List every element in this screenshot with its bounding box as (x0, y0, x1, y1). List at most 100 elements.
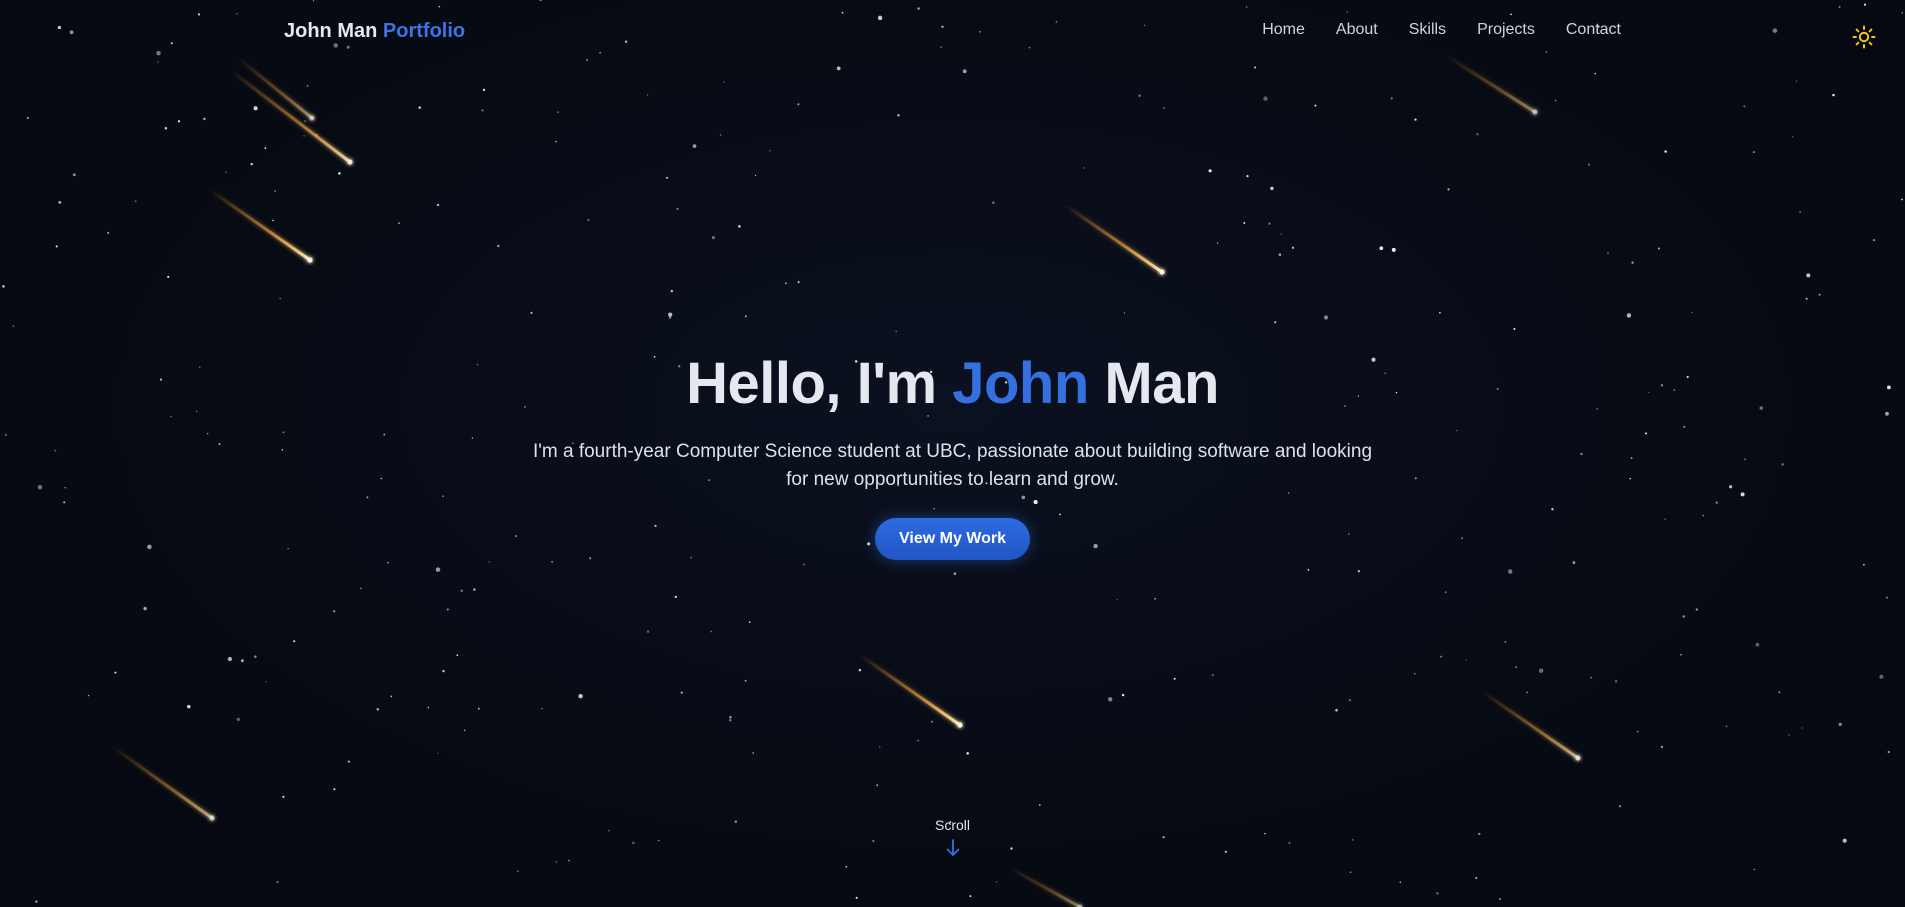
star (1590, 676, 1593, 679)
star (1879, 674, 1884, 679)
star (253, 106, 258, 111)
star (1335, 708, 1338, 712)
star (1695, 608, 1698, 611)
star (1391, 247, 1396, 252)
star (692, 144, 697, 148)
star (1788, 734, 1790, 736)
nav-about[interactable]: About (1336, 21, 1378, 39)
star (1246, 175, 1249, 178)
brand-logo[interactable]: John Man Portfolio (284, 20, 465, 43)
view-my-work-button[interactable]: View My Work (875, 518, 1030, 560)
star (1348, 699, 1351, 702)
star (803, 563, 806, 566)
star (1440, 655, 1443, 658)
star (1154, 597, 1156, 600)
star (953, 572, 957, 576)
star (1270, 186, 1274, 191)
star (26, 116, 29, 119)
star (845, 865, 848, 868)
star (250, 162, 253, 166)
star (376, 708, 380, 711)
star (1872, 238, 1876, 242)
star (1607, 252, 1609, 255)
star (1499, 898, 1501, 901)
star (1476, 133, 1479, 136)
star (1349, 871, 1352, 874)
star (666, 176, 669, 179)
nav-skills[interactable]: Skills (1409, 21, 1446, 39)
star (435, 567, 441, 572)
star (1116, 598, 1118, 601)
star (668, 312, 673, 317)
star (1280, 233, 1283, 235)
theme-toggle-button[interactable] (1852, 25, 1876, 49)
meteor (1478, 688, 1580, 760)
star (456, 654, 459, 657)
star (1291, 246, 1295, 249)
star (276, 880, 279, 884)
star (752, 752, 755, 754)
star (1743, 105, 1746, 108)
star (797, 281, 800, 284)
star (1587, 163, 1591, 166)
star (517, 870, 519, 872)
star (1538, 668, 1544, 673)
star (1357, 569, 1360, 573)
star (143, 606, 147, 611)
star (1444, 591, 1447, 593)
star (1657, 247, 1660, 250)
star (1631, 261, 1634, 264)
arrow-down-icon (946, 839, 959, 856)
star (1038, 804, 1041, 806)
star (1173, 677, 1176, 680)
star (387, 561, 389, 564)
star (1390, 97, 1393, 100)
star (719, 134, 722, 136)
star (1799, 211, 1801, 213)
star (303, 135, 305, 137)
star (304, 120, 307, 123)
star (723, 81, 725, 83)
star (1211, 674, 1214, 677)
nav-home[interactable]: Home (1262, 21, 1305, 39)
star (578, 694, 583, 699)
star (557, 111, 559, 113)
star (879, 746, 881, 748)
star (1263, 96, 1268, 101)
star (1795, 80, 1798, 82)
star (473, 588, 476, 591)
star (1504, 640, 1507, 644)
meteor-head (1575, 755, 1581, 761)
star (969, 895, 972, 898)
star (482, 88, 486, 92)
star (35, 900, 38, 903)
star (481, 109, 484, 112)
star (1268, 222, 1271, 225)
brand-accent: Portfolio (382, 20, 466, 42)
star (282, 795, 285, 798)
nav-contact[interactable]: Contact (1566, 21, 1621, 39)
star (744, 679, 747, 682)
star (338, 172, 341, 175)
star (530, 311, 533, 315)
meteor (1063, 203, 1164, 274)
hero-greeting: Hello, I'm (686, 351, 937, 416)
star (1414, 118, 1417, 121)
star (264, 147, 267, 150)
star (1691, 311, 1693, 314)
star (1399, 881, 1401, 883)
nav-projects[interactable]: Projects (1477, 21, 1535, 39)
star (1254, 66, 1257, 69)
star (1475, 877, 1478, 879)
star (1554, 99, 1557, 102)
star (917, 739, 919, 742)
star (797, 103, 800, 106)
star (836, 66, 841, 71)
star (360, 587, 362, 590)
star (769, 149, 771, 152)
star (711, 236, 715, 240)
scroll-indicator[interactable]: Scroll (0, 817, 1905, 862)
star (1515, 666, 1518, 669)
star (729, 716, 732, 719)
star (1832, 93, 1835, 97)
